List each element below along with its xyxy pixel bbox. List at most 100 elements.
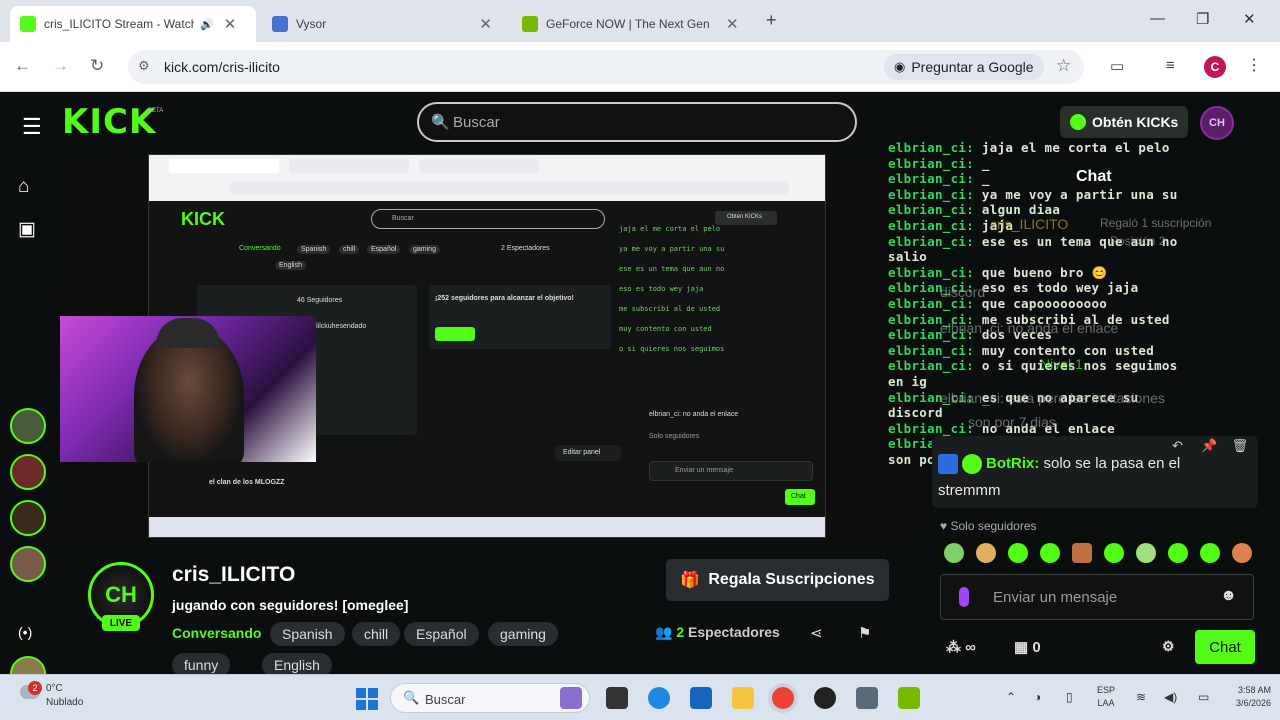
channel-name[interactable]: cris_ILICITO [172,563,295,587]
inner-chat-link-line: elbrian_ci: no anda el enlace [649,411,739,418]
address-bar[interactable]: ⚙ kick.com/cris-ilicito ◉ Preguntar a Go… [128,50,1084,84]
edge-app-icon[interactable] [648,687,670,709]
mic-icon[interactable] [959,587,969,607]
tray-expand-icon[interactable]: ⌃ [1006,690,1016,704]
tag-spanish[interactable]: Spanish [270,622,345,646]
overlay-chat-user: elbrian_ci: [888,155,975,171]
restore-icon[interactable]: ❐ [1196,10,1209,28]
stream-category[interactable]: Conversando [172,625,261,641]
followed-channel-avatar[interactable] [10,408,46,444]
file-explorer-icon[interactable] [732,687,754,709]
overlay-chat-user: elbrian_ci: [888,140,975,155]
overlay-chat-message: discord [888,405,943,421]
volume-icon[interactable]: ◀) [1164,690,1177,704]
app-icon[interactable] [814,687,836,709]
chrome-app-icon[interactable] [772,687,794,709]
close-window-icon[interactable]: ✕ [1243,10,1256,28]
report-icon[interactable]: ⚑ [858,624,871,642]
hamburger-menu-icon[interactable]: ☰ [22,114,42,140]
url-text[interactable]: kick.com/cris-ilicito [164,59,280,75]
chat-settings-icon[interactable]: ⚙ [1162,638,1175,655]
ask-google-button[interactable]: ◉ Preguntar a Google [884,54,1044,80]
share-icon[interactable]: ⋖ [810,624,823,642]
tab-geforce[interactable]: GeForce NOW | The Next Gen ✕ [512,6,756,42]
pin-icon[interactable]: 📌 [1201,438,1217,453]
task-view-icon[interactable] [606,687,628,709]
ghost-chat-text: elbrian_ci: no anda el enlace [940,320,1119,336]
followed-channel-avatar[interactable] [10,546,46,582]
emote-icon[interactable] [1104,543,1124,563]
wifi-icon[interactable]: ≋ [1136,690,1146,704]
start-button[interactable] [356,688,378,710]
chat-message-input[interactable]: Enviar un mensaje ☻ [940,574,1254,620]
back-icon[interactable]: ← [14,56,31,76]
tag-gaming[interactable]: gaming [488,622,558,646]
overlay-chat-message: _ [981,171,990,187]
extensions-icon[interactable]: ≡ [1166,57,1175,74]
followed-channel-avatar[interactable] [10,454,46,490]
search-input[interactable]: 🔍 Buscar [417,102,857,142]
inner-tag: chill [339,245,360,254]
kick-logo[interactable]: KICK [62,102,156,142]
inner-kicks-label: Obtén KICKs [727,214,763,220]
forward-icon[interactable]: → [52,56,69,76]
reload-icon[interactable]: ↻ [90,56,104,76]
minimize-icon[interactable]: — [1150,10,1165,27]
tag-espanol[interactable]: Español [404,622,479,646]
system-clock[interactable]: 3:58 AM 3/6/2026 [1236,684,1271,710]
video-player[interactable]: KICK Buscar Obtén KICKs Conversando Span… [60,154,920,540]
close-tab-icon[interactable]: ✕ [479,15,492,33]
emote-icon[interactable] [1200,543,1220,563]
taskbar-search-placeholder: Buscar [425,692,466,707]
live-channels-icon[interactable]: (•) [18,624,32,640]
browser-toolbar: ← → ↻ ⚙ kick.com/cris-ilicito ◉ Pregunta… [0,42,1280,92]
settings-app-icon[interactable] [856,687,878,709]
tray-app-icon[interactable]: ◑ [1034,690,1041,704]
close-tab-icon[interactable]: ✕ [726,15,739,33]
tab-vysor[interactable]: Vysor ✕ [262,6,502,42]
emote-icon[interactable] [976,543,996,563]
overlay-chat-line: salio [888,249,927,264]
emote-icon[interactable] [944,543,964,563]
delete-icon[interactable]: 🗑 [1232,438,1249,453]
emote-icon[interactable] [1232,543,1252,563]
browse-icon[interactable]: ▣ [18,218,36,241]
more-menu-icon[interactable]: ⋮ [1246,55,1262,75]
bookmark-star-icon[interactable]: ☆ [1056,56,1071,76]
weather-temp: 0°C [46,683,63,694]
home-icon[interactable]: ⌂ [18,176,29,198]
tray-app-icon[interactable]: ▯ [1066,690,1073,704]
emoji-picker-icon[interactable]: ☻ [1220,587,1237,605]
emote-icon[interactable] [1008,543,1028,563]
profile-avatar[interactable]: C [1204,56,1226,78]
points-indicator[interactable]: ⁂ ∞ [946,638,976,656]
tab-kick[interactable]: cris_ILICITO Stream - Watch 🔊 ✕ [10,6,256,42]
tag-chill[interactable]: chill [352,622,401,646]
input-language[interactable]: ESP LAA [1097,684,1115,710]
copilot-app-icon[interactable] [560,687,582,709]
site-info-icon[interactable]: ⚙ [138,58,150,74]
undo-icon[interactable]: ↶ [1172,438,1183,453]
tag-funny[interactable]: funny [172,653,231,674]
new-tab-icon[interactable]: + [766,10,777,31]
send-chat-button[interactable]: Chat [1195,630,1255,664]
emote-icon[interactable] [1072,543,1092,563]
close-tab-icon[interactable]: ✕ [224,15,237,33]
pinned-user[interactable]: BotRix: [986,455,1039,472]
followed-channel-avatar[interactable] [10,656,46,674]
kicks-balance[interactable]: ▦ 0 [1014,638,1041,656]
tag-english[interactable]: English [262,653,332,674]
emote-icon[interactable] [1136,543,1156,563]
user-avatar[interactable]: CH [1200,106,1234,140]
emote-icon[interactable] [1168,543,1188,563]
battery-icon[interactable]: ▭ [1198,690,1209,704]
emote-icon[interactable] [1040,543,1060,563]
cast-icon[interactable]: ▭ [1110,57,1124,75]
gift-subs-button[interactable]: 🎁 Regala Suscripciones [666,559,889,601]
get-kicks-button[interactable]: Obtén KICKs [1060,106,1189,138]
speaker-icon[interactable]: 🔊 [200,18,214,31]
store-app-icon[interactable] [690,687,712,709]
geforce-app-icon[interactable] [898,687,920,709]
followed-channel-avatar[interactable] [10,500,46,536]
windows-taskbar: 2 0°C Nublado 🔍 Buscar ⌃ ◑ ▯ ESP LAA ≋ ◀… [0,674,1280,720]
